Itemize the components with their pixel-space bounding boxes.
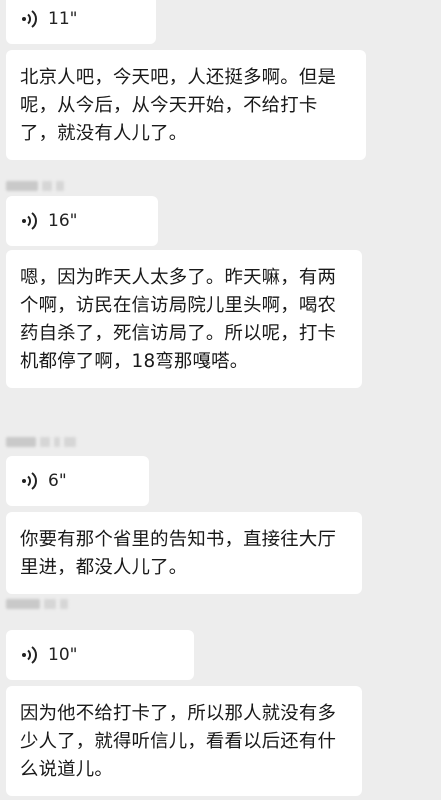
message-text: 因为他不给打卡了，所以那人就没有多少人了，就得听信儿，看看以后还有什么说道儿。	[20, 703, 337, 780]
text-message[interactable]: 嗯，因为昨天人太多了。昨天嘛，有两个啊，访民在信访局院儿里头啊，喝农药自杀了，死…	[6, 250, 362, 388]
chat-area: 11" 北京人吧，今天吧，人还挺多啊。但是呢，从今后，从今天开始，不给打卡了，就…	[0, 0, 441, 800]
message-text: 北京人吧，今天吧，人还挺多啊。但是呢，从今后，从今天开始，不给打卡了，就没有人儿…	[20, 67, 337, 144]
voice-wave-icon	[22, 646, 37, 664]
voice-message[interactable]: 11"	[6, 0, 156, 44]
voice-duration: 16"	[48, 211, 78, 231]
voice-duration: 11"	[48, 9, 78, 29]
voice-message[interactable]: 10"	[6, 630, 194, 680]
message-text: 你要有那个省里的告知书，直接往大厅里进，都没人儿了。	[20, 529, 337, 578]
text-message[interactable]: 北京人吧，今天吧，人还挺多啊。但是呢，从今后，从今天开始，不给打卡了，就没有人儿…	[6, 50, 366, 160]
voice-wave-icon	[22, 10, 37, 28]
sender-name-blurred	[6, 178, 64, 194]
sender-name-blurred	[6, 434, 76, 450]
text-message[interactable]: 你要有那个省里的告知书，直接往大厅里进，都没人儿了。	[6, 512, 362, 594]
text-message[interactable]: 因为他不给打卡了，所以那人就没有多少人了，就得听信儿，看看以后还有什么说道儿。	[6, 686, 362, 796]
message-text: 嗯，因为昨天人太多了。昨天嘛，有两个啊，访民在信访局院儿里头啊，喝农药自杀了，死…	[20, 267, 337, 372]
voice-wave-icon	[22, 472, 37, 490]
voice-message[interactable]: 6"	[6, 456, 149, 506]
sender-name-blurred	[6, 596, 68, 612]
voice-duration: 6"	[48, 471, 67, 491]
voice-duration: 10"	[48, 645, 78, 665]
voice-message[interactable]: 16"	[6, 196, 158, 246]
voice-wave-icon	[22, 212, 37, 230]
